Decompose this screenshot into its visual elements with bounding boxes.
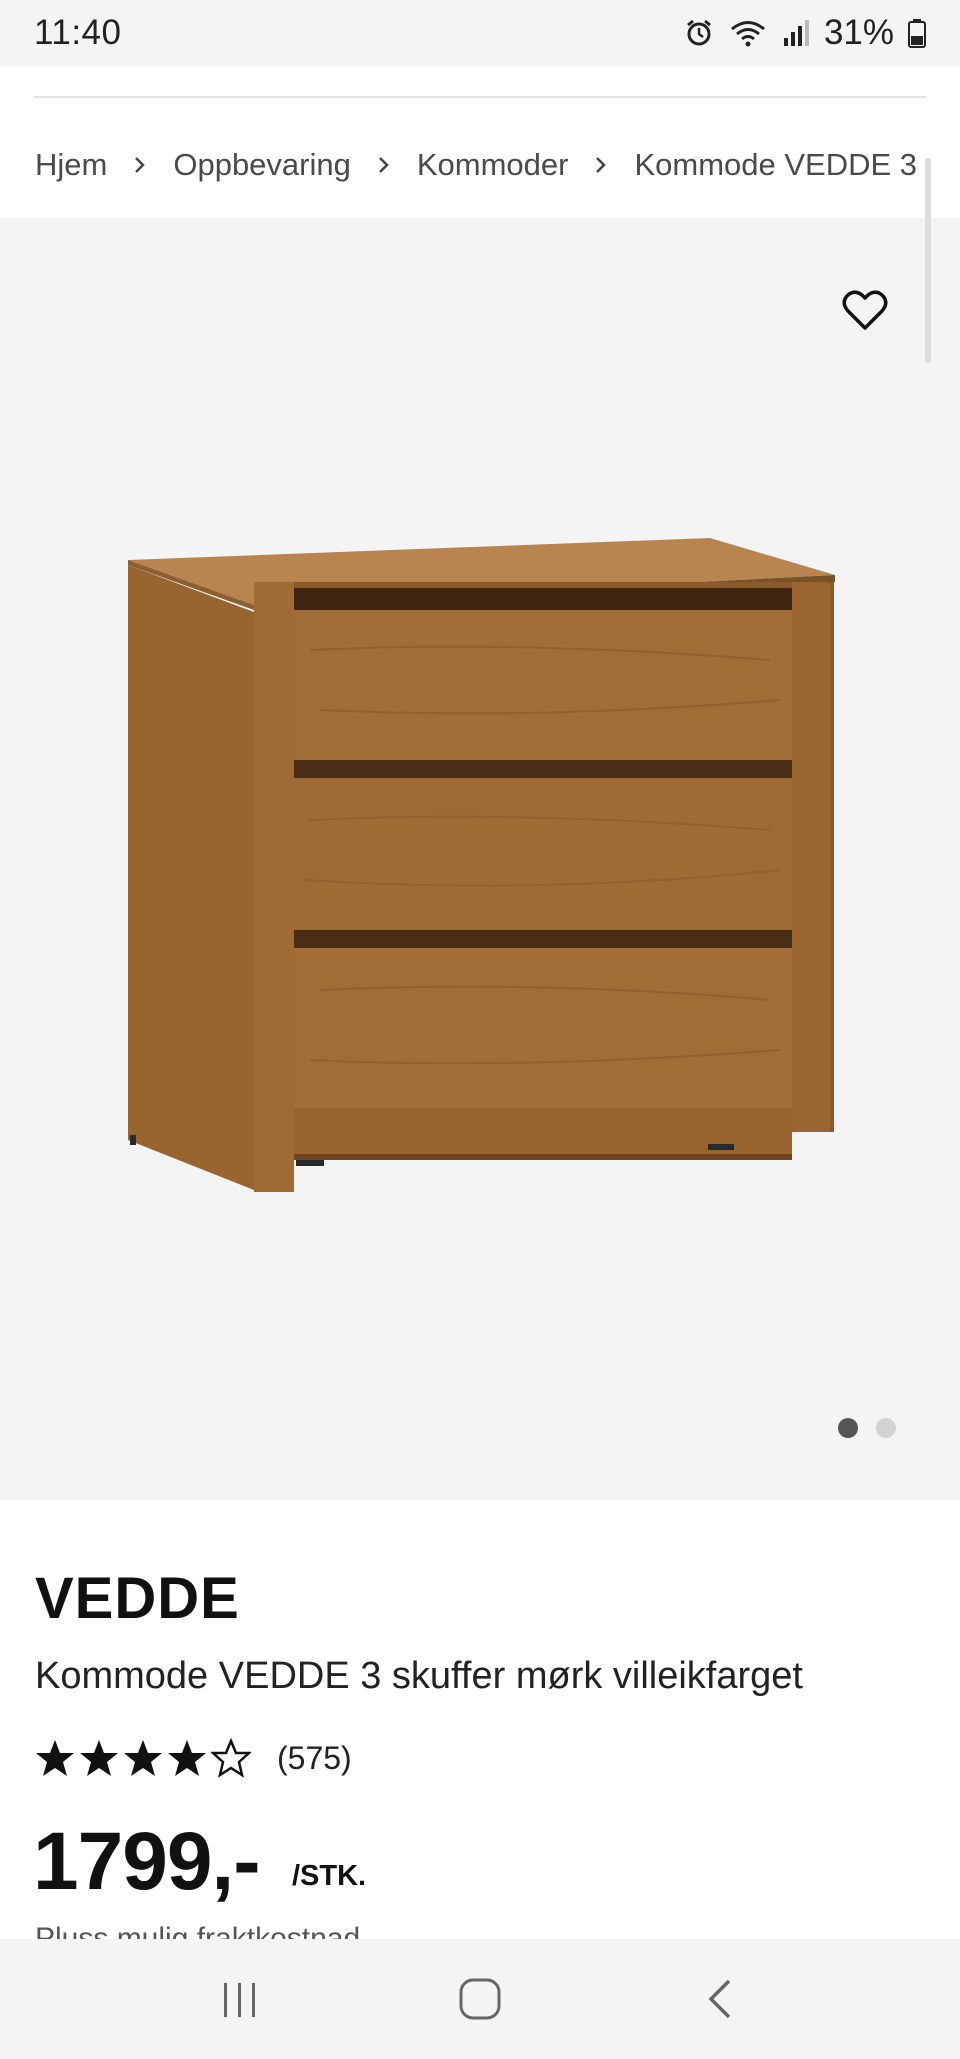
product-name: Kommode VEDDE 3 skuffer mørk villeikfarg… bbox=[35, 1655, 803, 1697]
breadcrumb-item-kommoder[interactable]: Kommoder bbox=[417, 147, 569, 183]
chevron-right-icon bbox=[133, 155, 147, 175]
favorite-button[interactable] bbox=[835, 280, 895, 340]
product-price: 1799,- bbox=[33, 1816, 261, 1907]
gallery-dot-2[interactable] bbox=[876, 1418, 896, 1438]
gallery-dot-1[interactable] bbox=[838, 1418, 858, 1438]
battery-percent: 31% bbox=[823, 13, 894, 52]
chevron-right-icon bbox=[377, 155, 391, 175]
home-icon bbox=[459, 1978, 501, 2020]
dresser-illustration bbox=[128, 538, 835, 1192]
breadcrumb-item-oppbevaring[interactable]: Oppbevaring bbox=[173, 147, 351, 183]
alarm-icon bbox=[684, 18, 714, 48]
breadcrumb-item-hjem[interactable]: Hjem bbox=[35, 147, 107, 183]
gallery-pagination bbox=[838, 1418, 896, 1438]
breadcrumb: Hjem Oppbevaring Kommoder Kommode VEDDE … bbox=[35, 140, 925, 190]
star-filled-icon bbox=[36, 1740, 74, 1776]
system-nav-bar bbox=[0, 1939, 960, 2059]
status-bar: 11:40 31% bbox=[0, 0, 960, 66]
status-icons: 31% bbox=[684, 13, 926, 53]
back-button[interactable] bbox=[680, 1959, 760, 2039]
back-icon bbox=[708, 1979, 731, 2019]
star-filled-icon bbox=[168, 1740, 206, 1776]
signal-icon bbox=[782, 18, 810, 48]
recent-apps-icon bbox=[224, 1983, 255, 2017]
home-button[interactable] bbox=[440, 1959, 520, 2039]
price-unit: /STK. bbox=[292, 1860, 367, 1892]
heart-outline-icon bbox=[842, 290, 888, 330]
chevron-right-icon bbox=[594, 155, 608, 175]
star-filled-icon bbox=[80, 1740, 118, 1776]
status-time: 11:40 bbox=[34, 13, 122, 52]
recent-apps-button[interactable] bbox=[200, 1959, 280, 2039]
rating[interactable]: (575) bbox=[35, 1738, 352, 1778]
product-image[interactable] bbox=[120, 520, 850, 1200]
review-count[interactable]: (575) bbox=[277, 1740, 352, 1777]
wifi-icon bbox=[728, 18, 768, 48]
star-filled-icon bbox=[124, 1740, 162, 1776]
battery-icon bbox=[908, 18, 926, 48]
page-scrollbar[interactable] bbox=[925, 158, 931, 363]
header-divider bbox=[34, 96, 926, 98]
breadcrumb-item-current: Kommode VEDDE 3 s bbox=[634, 147, 925, 182]
product-brand: VEDDE bbox=[35, 1566, 240, 1631]
star-outline-icon bbox=[211, 1738, 251, 1778]
